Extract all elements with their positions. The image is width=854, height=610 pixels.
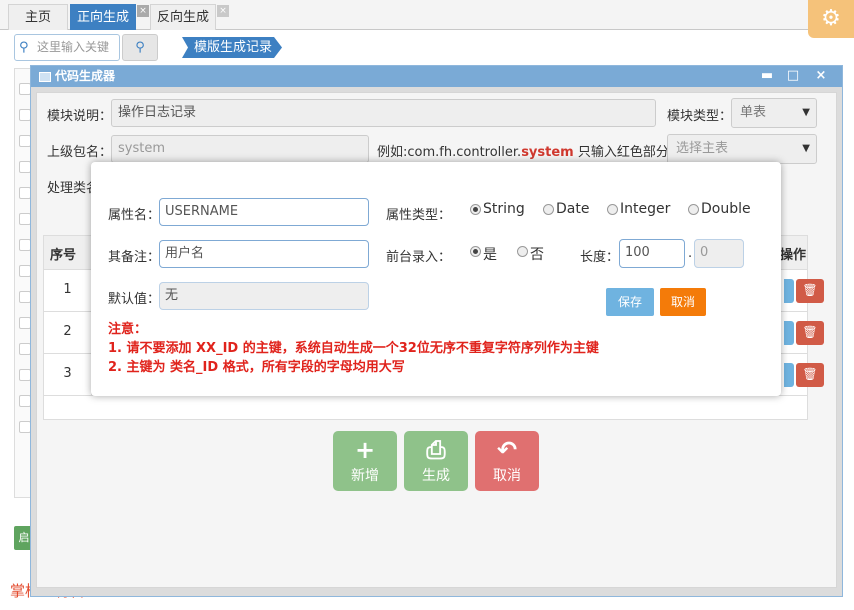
example-suffix: 只输入红色部分 — [577, 145, 669, 160]
generate-button-label: 生成 — [422, 468, 450, 484]
column-op-header: 操作 — [780, 248, 807, 263]
row-seq: 2 — [44, 312, 92, 353]
type-double-label: Double — [701, 201, 751, 217]
remark-input[interactable]: 用户名 — [159, 240, 369, 268]
type-double-radio[interactable] — [688, 204, 699, 215]
type-date-label: Date — [556, 201, 590, 217]
delete-icon[interactable]: 🗑 — [796, 363, 824, 387]
module-desc-label: 模块说明： — [47, 109, 113, 124]
remark-label: 其备注： — [108, 250, 161, 265]
prop-type-label: 属性类型： — [386, 208, 452, 223]
main-table-select[interactable]: 选择主表 ▼ — [667, 134, 817, 164]
field-property-dialog: 属性名： USERNAME 属性类型： String Date Integer … — [91, 162, 781, 396]
window-titlebar[interactable]: 代码生成器 ▬ □ × — [31, 66, 842, 87]
add-button[interactable]: + 新增 — [333, 431, 397, 491]
minimize-icon[interactable]: ▬ — [757, 66, 777, 87]
front-yes-radio[interactable] — [470, 246, 481, 257]
background-search-button[interactable]: ⚲ — [122, 34, 158, 61]
close-icon[interactable]: × — [811, 66, 831, 87]
tab-home[interactable]: 主页 — [8, 4, 68, 30]
example-highlight: system — [521, 145, 574, 160]
module-type-value: 单表 — [740, 105, 767, 120]
cancel-generate-label: 取消 — [493, 468, 521, 484]
type-integer-label: Integer — [620, 201, 671, 217]
module-type-select[interactable]: 单表 ▼ — [731, 98, 817, 128]
cancel-generate-button[interactable]: ↶ 取消 — [475, 431, 539, 491]
window-icon — [39, 72, 51, 82]
length-label: 长度： — [580, 250, 620, 265]
main-table-placeholder: 选择主表 — [676, 141, 729, 156]
add-button-label: 新增 — [351, 468, 379, 484]
maximize-icon[interactable]: □ — [783, 66, 803, 87]
edit-button[interactable] — [784, 363, 794, 387]
settings-gear-icon[interactable]: ⚙ — [808, 0, 854, 38]
tab-close-icon[interactable]: × — [137, 5, 149, 17]
plus-icon: + — [354, 436, 376, 464]
tab-forward-generate-label: 正向生成 — [76, 10, 129, 25]
default-value-input[interactable]: 无 — [159, 282, 369, 310]
example-prefix: 例如:com.fh.controller. — [377, 145, 522, 160]
generate-button[interactable]: ⎙ 生成 — [404, 431, 468, 491]
prop-name-input[interactable]: USERNAME — [159, 198, 369, 226]
type-string-label: String — [483, 201, 525, 217]
tab-close-icon[interactable]: × — [217, 5, 229, 17]
front-input-label: 前台录入： — [386, 250, 452, 265]
module-type-label: 模块类型： — [667, 109, 733, 124]
save-button[interactable]: 保存 — [606, 288, 654, 316]
package-example-text: 例如:com.fh.controller.system 只输入红色部分 — [377, 141, 669, 160]
column-seq-header: 序号 — [50, 248, 77, 263]
tab-forward-generate[interactable]: 正向生成 × — [70, 4, 149, 30]
decimal-dot: . — [688, 246, 693, 261]
type-date-radio[interactable] — [543, 204, 554, 215]
parent-package-input[interactable]: system — [111, 135, 369, 163]
search-placeholder: 这里输入关键 — [37, 40, 110, 54]
cancel-button[interactable]: 取消 — [660, 288, 706, 316]
tab-bar: 主页 正向生成 × 反向生成 × — [0, 0, 854, 30]
window-title: 代码生成器 — [55, 69, 116, 83]
print-icon: ⎙ — [426, 436, 446, 464]
row-seq: 3 — [44, 354, 92, 395]
front-no-radio[interactable] — [517, 246, 528, 257]
note-title: 注意： — [108, 322, 148, 337]
chevron-down-icon: ▼ — [802, 143, 810, 154]
parent-package-label: 上级包名： — [47, 145, 113, 160]
note-line-1: 1. 请不要添加 XX_ID 的主键，系统自动生成一个32位无序不重复字符序列作… — [108, 341, 599, 356]
prop-name-label: 属性名： — [108, 208, 161, 223]
note-line-2: 2. 主键为 类名_ID 格式，所有字段的字母均用大写 — [108, 360, 405, 375]
delete-icon[interactable]: 🗑 — [796, 321, 824, 345]
module-desc-input[interactable]: 操作日志记录 — [111, 99, 656, 127]
chevron-down-icon: ▼ — [802, 107, 810, 118]
search-icon: ⚲ — [135, 40, 145, 55]
decimal-input[interactable]: 0 — [694, 239, 744, 268]
front-yes-label: 是 — [483, 247, 497, 263]
edit-button[interactable] — [784, 279, 794, 303]
undo-icon: ↶ — [496, 436, 518, 464]
tab-reverse-generate-label: 反向生成 — [156, 10, 209, 25]
row-seq: 1 — [44, 270, 92, 311]
edit-button[interactable] — [784, 321, 794, 345]
delete-icon[interactable]: 🗑 — [796, 279, 824, 303]
type-integer-radio[interactable] — [607, 204, 618, 215]
front-no-label: 否 — [530, 247, 544, 263]
type-string-radio[interactable] — [470, 204, 481, 215]
background-search-input[interactable]: ⚲ 这里输入关键 — [14, 34, 120, 61]
search-icon: ⚲ — [19, 40, 29, 55]
tab-reverse-generate[interactable]: 反向生成 × — [150, 4, 229, 30]
breadcrumb[interactable]: 模版生成记录 — [182, 37, 283, 58]
length-input[interactable]: 100 — [619, 239, 685, 268]
tab-home-label: 主页 — [24, 10, 51, 25]
default-value-label: 默认值： — [108, 292, 161, 307]
